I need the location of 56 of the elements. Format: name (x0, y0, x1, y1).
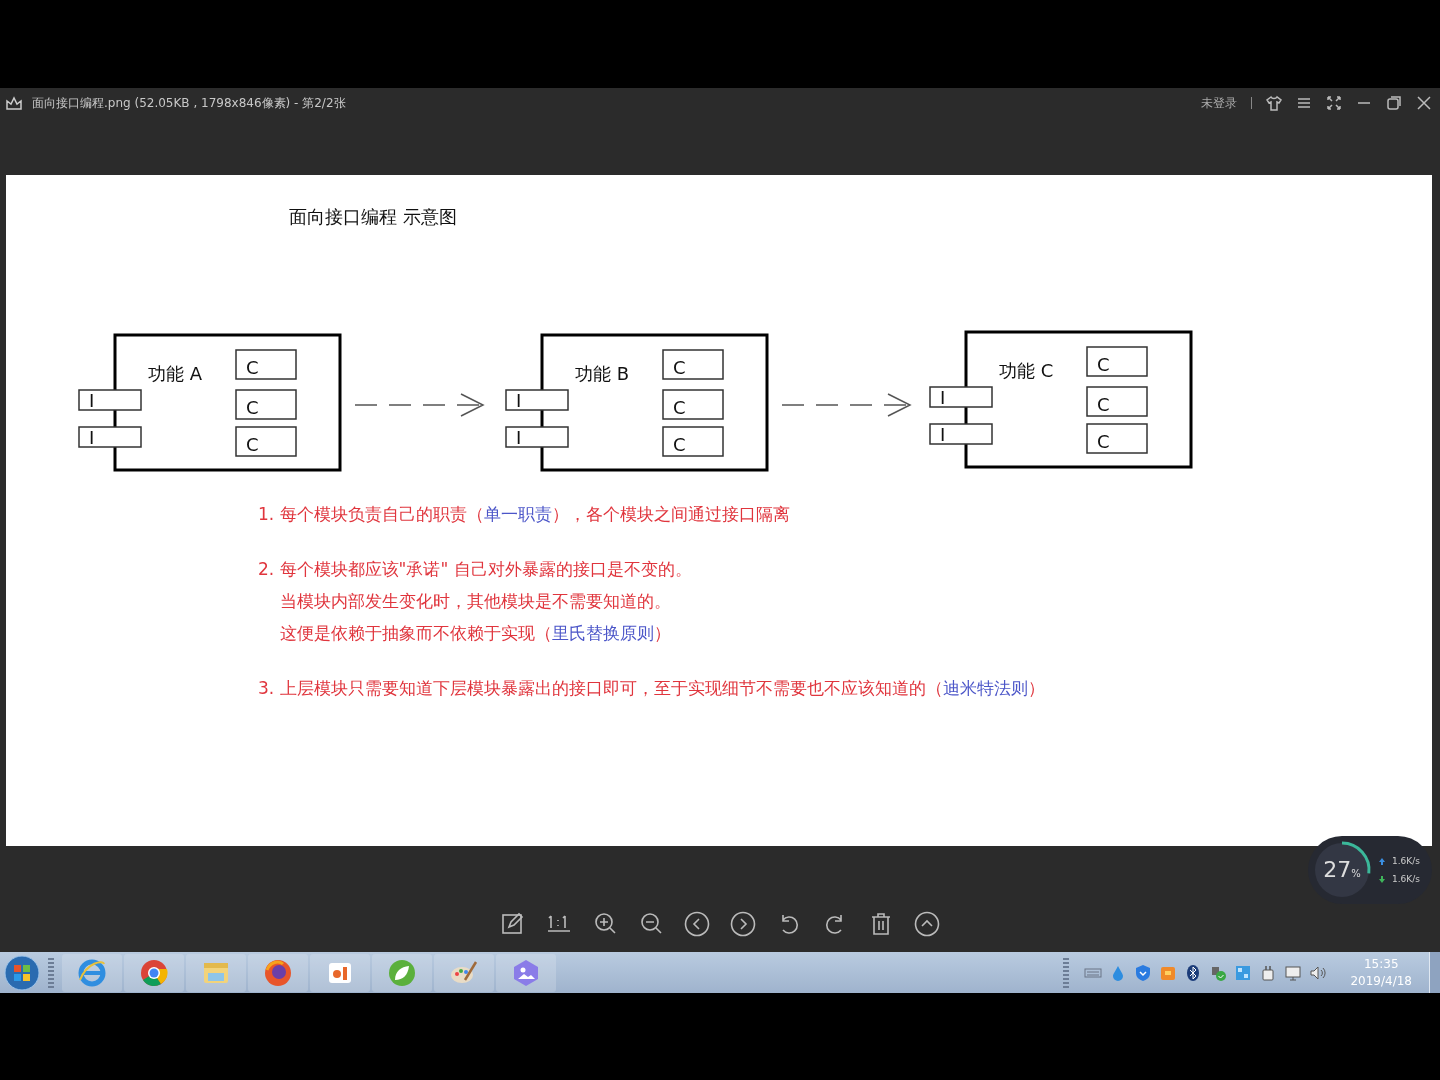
shirt-icon[interactable] (1266, 95, 1282, 111)
class-box: C (235, 349, 297, 380)
download-icon (1378, 874, 1386, 884)
previous-icon[interactable] (684, 911, 710, 937)
speed-reading: 1.6K/s (1392, 856, 1420, 866)
class-box: C (1086, 423, 1148, 454)
interface-box: I (929, 386, 993, 408)
photos-icon (511, 957, 541, 988)
note-line: 3. 上层模块只需要知道下层模块暴露出的接口即可，至于实现细节不需要也不应该知道的（迪米特法则） (258, 677, 1046, 699)
window-title: 面向接口编程.png (52.05KB , 1798x846像素) - 第2/2张 (32, 94, 347, 112)
note-line: 这便是依赖于抽象而不依赖于实现（里氏替换原则） (279, 622, 672, 644)
taskbar-button[interactable] (124, 953, 184, 992)
taskbar-button[interactable] (434, 953, 494, 992)
chrome-icon (139, 957, 169, 988)
firefox-icon (263, 957, 293, 988)
taskbar-button[interactable] (496, 953, 556, 992)
start-button[interactable] (4, 954, 40, 991)
fullscreen-icon[interactable] (1326, 95, 1342, 111)
restore-icon[interactable] (1386, 95, 1402, 111)
next-icon[interactable] (730, 911, 756, 937)
class-box: C (662, 426, 724, 457)
module-label: 功能 B (575, 363, 630, 384)
display-icon[interactable] (1284, 963, 1303, 982)
interface-box: I (78, 426, 142, 448)
module-label: 功能 C (999, 360, 1054, 381)
interface-box: I (505, 426, 569, 448)
upload-icon (1378, 856, 1386, 866)
diagram-title: 面向接口编程 示意图 (289, 206, 457, 227)
class-box: C (235, 389, 297, 420)
close-icon[interactable] (1416, 95, 1432, 111)
login-link[interactable]: 未登录 (1201, 94, 1237, 112)
interface-box: I (505, 389, 569, 411)
browser-e-icon (77, 957, 107, 988)
module-label: 功能 A (148, 363, 203, 384)
class-box: C (235, 426, 297, 457)
taskbar-button[interactable] (310, 953, 370, 992)
percent-reading: 27% (1323, 856, 1361, 884)
class-box: C (1086, 346, 1148, 377)
speed-reading: 1.6K/s (1392, 874, 1420, 884)
class-box: C (1086, 386, 1148, 417)
collapse-icon[interactable] (914, 911, 940, 937)
note-line: 当模块内部发生变化时，其他模块是不需要知道的。 (279, 590, 672, 612)
edit-icon[interactable] (500, 911, 526, 937)
leaf-icon (387, 957, 417, 988)
note-line: 1. 每个模块负责自己的职责（单一职责），各个模块之间通过接口隔离 (258, 503, 791, 525)
clock-date: 2019/4/18 (1350, 972, 1412, 990)
class-box: C (662, 389, 724, 420)
note-line: 2. 每个模块都应该"承诺" 自己对外暴露的接口是不变的。 (258, 558, 693, 580)
clock-time: 15:35 (1363, 955, 1399, 973)
interface-box: I (929, 423, 993, 445)
class-box: C (662, 349, 724, 380)
taskbar-button[interactable] (372, 953, 432, 992)
taskbar-button[interactable] (248, 953, 308, 992)
tiles-icon[interactable] (1234, 963, 1253, 982)
menu-icon[interactable] (1296, 95, 1312, 111)
interface-box: I (78, 389, 142, 411)
